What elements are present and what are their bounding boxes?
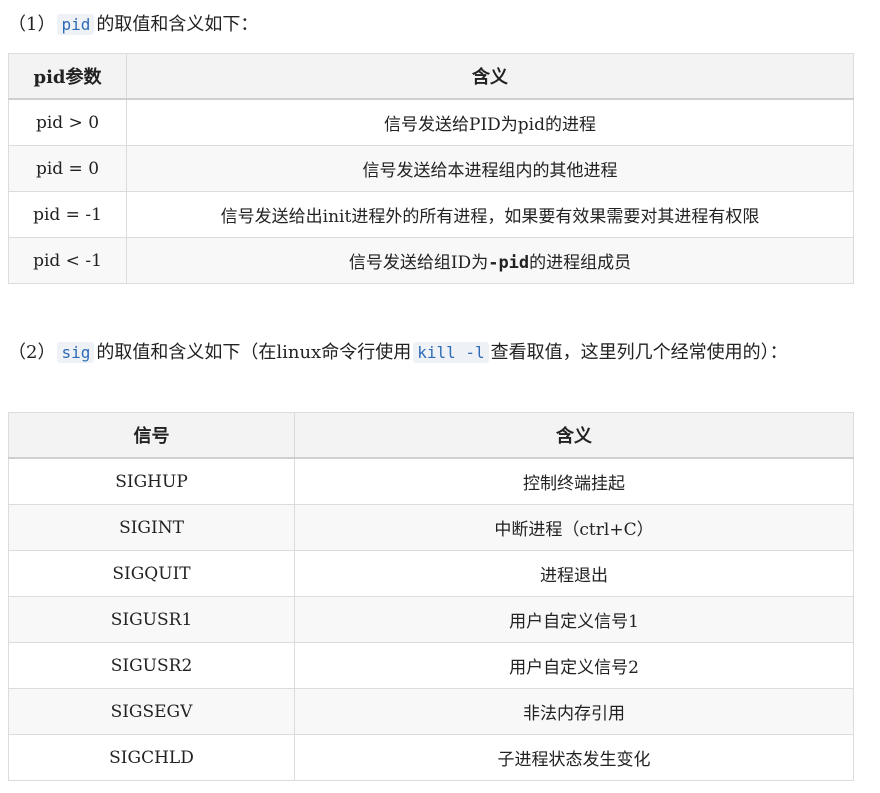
table-row: SIGUSR2 用户自定义信号2 bbox=[8, 642, 854, 689]
pid-param-header: pid参数 bbox=[8, 53, 127, 100]
signal-meaning: 子进程状态发生变化 bbox=[294, 734, 854, 781]
table-row: pid > 0 信号发送给PID为pid的进程 bbox=[8, 98, 854, 146]
section1-prefix: （1） bbox=[8, 14, 56, 35]
table-row: SIGINT 中断进程（ctrl+C） bbox=[8, 504, 854, 551]
pid-code: pid bbox=[57, 14, 95, 35]
sig-code: sig bbox=[57, 342, 95, 363]
signal-table-header: 信号 含义 bbox=[8, 412, 854, 459]
signal-name: SIGSEGV bbox=[8, 688, 295, 735]
table-row: SIGSEGV 非法内存引用 bbox=[8, 688, 854, 735]
pid-meaning: 信号发送给出init进程外的所有进程，如果要有效果需要对其进程有权限 bbox=[126, 191, 854, 238]
section1-suffix: 的取值和含义如下： bbox=[96, 14, 259, 35]
pid-table: pid参数 含义 pid > 0 信号发送给PID为pid的进程 pid = 0… bbox=[8, 53, 854, 284]
signal-name: SIGHUP bbox=[8, 457, 295, 505]
pid-meaning: 信号发送给组ID为-pid的进程组成员 bbox=[126, 237, 854, 284]
table-row: SIGUSR1 用户自定义信号1 bbox=[8, 596, 854, 643]
signal-meaning: 进程退出 bbox=[294, 550, 854, 597]
pid-value: pid = 0 bbox=[8, 145, 127, 192]
signal-name: SIGINT bbox=[8, 504, 295, 551]
pid-meaning-part2: 的进程组成员 bbox=[529, 253, 632, 273]
signal-name: SIGQUIT bbox=[8, 550, 295, 597]
pid-value: pid < -1 bbox=[8, 237, 127, 284]
signal-table: 信号 含义 SIGHUP 控制终端挂起 SIGINT 中断进程（ctrl+C） … bbox=[8, 412, 854, 781]
pid-value: pid = -1 bbox=[8, 191, 127, 238]
section2-prefix: （2） bbox=[8, 342, 56, 363]
signal-meaning: 非法内存引用 bbox=[294, 688, 854, 735]
table-row: pid < -1 信号发送给组ID为-pid的进程组成员 bbox=[8, 237, 854, 284]
meaning-header: 含义 bbox=[126, 53, 854, 100]
pid-meaning: 信号发送给PID为pid的进程 bbox=[126, 98, 854, 146]
section2-intro: （2） sig 的取值和含义如下（在linux命令行使用 kill -l 查看取值，这里… bbox=[8, 336, 858, 370]
pid-table-header: pid参数 含义 bbox=[8, 53, 854, 100]
signal-name: SIGCHLD bbox=[8, 734, 295, 781]
signal-meaning: 中断进程（ctrl+C） bbox=[294, 504, 854, 551]
table-row: SIGQUIT 进程退出 bbox=[8, 550, 854, 597]
table-row: pid = 0 信号发送给本进程组内的其他进程 bbox=[8, 145, 854, 192]
pid-meaning-part1: 信号发送给组ID为 bbox=[348, 253, 489, 273]
table-row: SIGHUP 控制终端挂起 bbox=[8, 457, 854, 505]
table-row: SIGCHLD 子进程状态发生变化 bbox=[8, 734, 854, 781]
pid-value: pid > 0 bbox=[8, 98, 127, 146]
neg-pid-code: -pid bbox=[488, 253, 530, 273]
pid-meaning: 信号发送给本进程组内的其他进程 bbox=[126, 145, 854, 192]
signal-name: SIGUSR1 bbox=[8, 596, 295, 643]
signal-meaning: 用户自定义信号1 bbox=[294, 596, 854, 643]
section1-intro: （1） pid 的取值和含义如下： bbox=[8, 8, 858, 42]
meaning-header: 含义 bbox=[294, 412, 854, 459]
signal-meaning: 用户自定义信号2 bbox=[294, 642, 854, 689]
signal-meaning: 控制终端挂起 bbox=[294, 457, 854, 505]
table-row: pid = -1 信号发送给出init进程外的所有进程，如果要有效果需要对其进程… bbox=[8, 191, 854, 238]
kill-l-code: kill -l bbox=[413, 342, 489, 363]
section2-middle: 的取值和含义如下（在linux命令行使用 bbox=[96, 342, 412, 363]
section2-suffix: 查看取值，这里列几个经常使用的）： bbox=[490, 342, 788, 363]
signal-header: 信号 bbox=[8, 412, 295, 459]
signal-name: SIGUSR2 bbox=[8, 642, 295, 689]
